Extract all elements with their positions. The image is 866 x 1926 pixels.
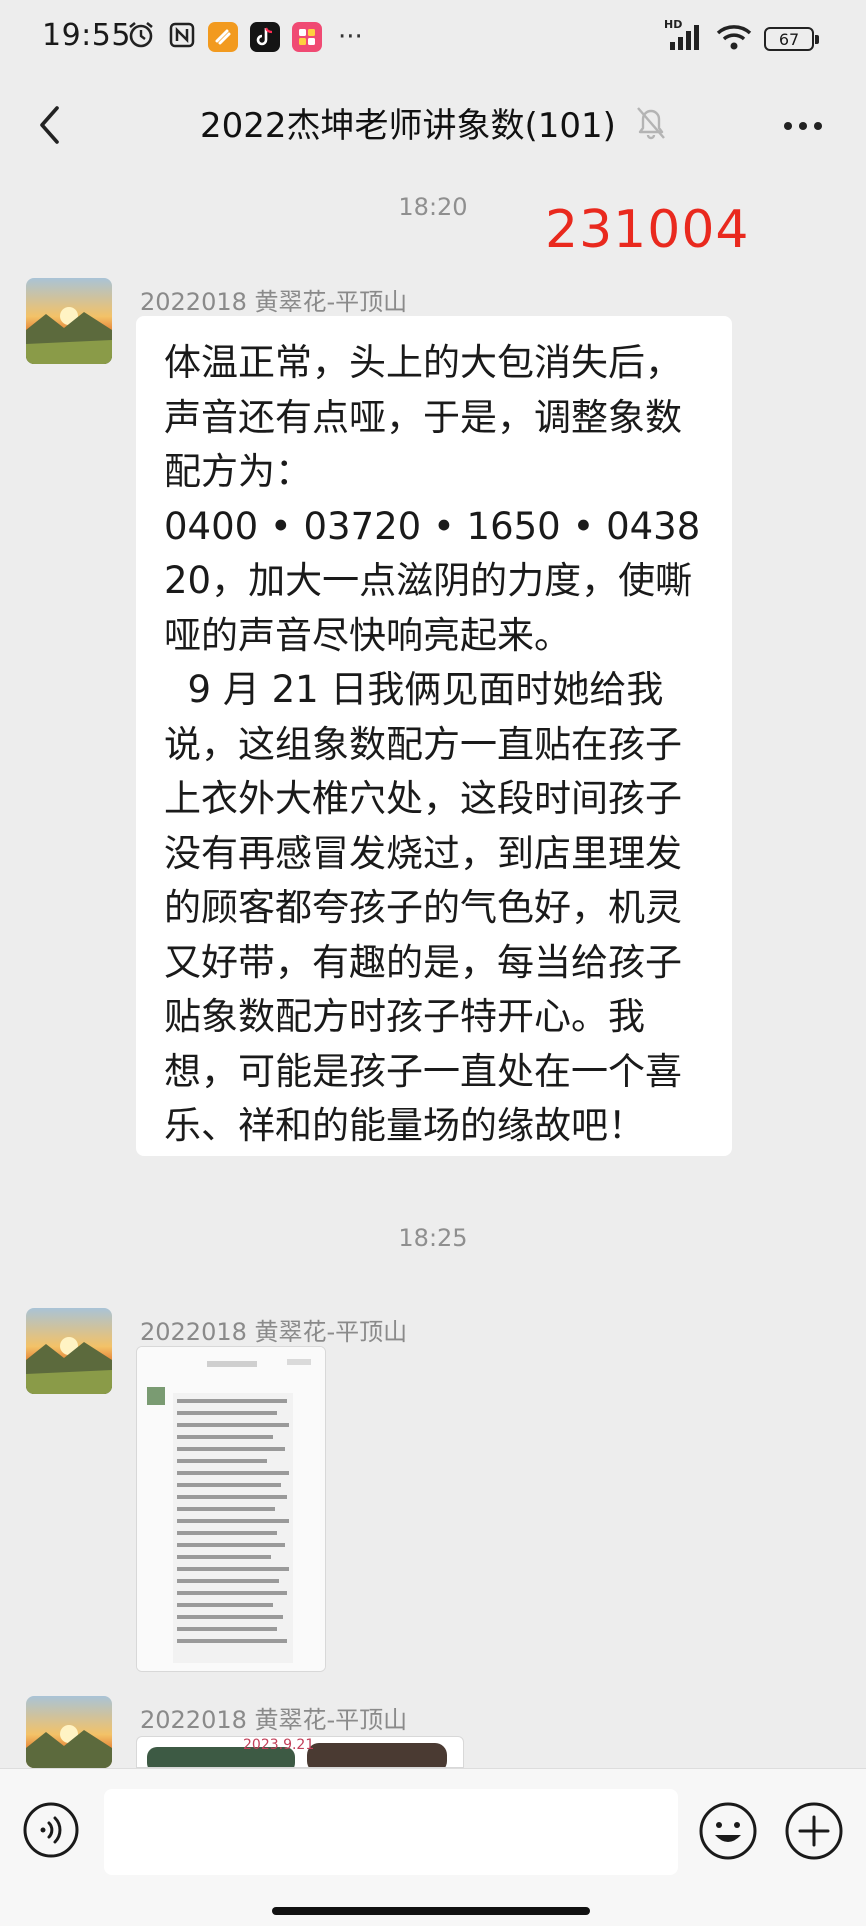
plus-icon (785, 1802, 843, 1860)
sender-name: 2022018 黄翠花-平顶山 (140, 1318, 408, 1346)
nfc-icon (168, 21, 196, 53)
more-actions-button[interactable] (784, 1801, 844, 1861)
app-orange-icon (208, 22, 238, 52)
message-bubble[interactable]: 体温正常，头上的大包消失后，声音还有点哑，于是，调整象数配方为： 0400 • … (136, 316, 732, 1156)
more-menu-button[interactable] (778, 106, 828, 146)
wifi-icon (716, 23, 752, 55)
message-input[interactable] (104, 1789, 678, 1875)
battery-icon: 67 (764, 27, 819, 51)
chevron-left-icon (40, 106, 59, 144)
image-message[interactable]: 2023.9.21 (136, 1736, 464, 1768)
back-button[interactable] (24, 98, 78, 152)
status-time: 19:55 (42, 18, 131, 53)
chat-title: 2022杰坤老师讲象数(101) (200, 106, 616, 146)
sender-name: 2022018 黄翠花-平顶山 (140, 288, 408, 316)
network-type: HD (664, 18, 683, 31)
avatar[interactable] (26, 1308, 112, 1394)
avatar[interactable] (26, 1696, 112, 1768)
emoji-button[interactable] (698, 1801, 758, 1861)
avatar[interactable] (26, 278, 112, 364)
home-indicator[interactable] (272, 1907, 590, 1915)
overlay-number: 231004 (545, 200, 750, 260)
status-notification-icons: ··· (126, 20, 363, 54)
voice-icon (23, 1802, 79, 1858)
image-message[interactable] (136, 1346, 326, 1672)
message-timestamp: 18:25 (398, 1224, 468, 1252)
input-bar (0, 1768, 866, 1926)
voice-button[interactable] (22, 1801, 80, 1859)
signal-icon: HD (664, 18, 704, 56)
sender-name: 2022018 黄翠花-平顶山 (140, 1706, 408, 1734)
image-date: 2023.9.21 (243, 1737, 315, 1753)
bell-muted-icon (634, 102, 668, 142)
battery-level: 67 (778, 29, 800, 49)
screenshot-thumbnail (137, 1347, 325, 1671)
chat-header: 2022杰坤老师讲象数(101) (0, 82, 866, 168)
tiktok-icon (250, 22, 280, 52)
more-notifications: ··· (338, 22, 363, 52)
alarm-icon (126, 20, 156, 54)
app-pink-icon (292, 22, 322, 52)
more-dots-icon (784, 122, 822, 130)
emoji-icon (699, 1802, 757, 1860)
status-system-icons: HD 67 (664, 18, 819, 56)
status-bar: 19:55 ··· HD 67 (0, 0, 866, 82)
message-text: 体温正常，头上的大包消失后，声音还有点哑，于是，调整象数配方为： 0400 • … (164, 341, 701, 1147)
